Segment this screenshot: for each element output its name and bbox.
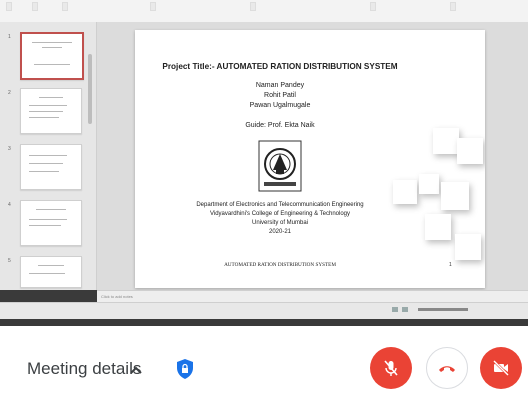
ribbon-button[interactable] bbox=[150, 2, 156, 11]
notes-pane[interactable]: Click to add notes bbox=[97, 290, 528, 302]
slide-guide: Guide: Prof. Ekta Naik bbox=[245, 122, 315, 129]
slide-university: University of Mumbai bbox=[251, 220, 308, 226]
slide-member: Pawan Ugalmugale bbox=[249, 102, 311, 109]
decorative-cube bbox=[441, 182, 469, 210]
slide[interactable]: Project Title:- AUTOMATED RATION DISTRIB… bbox=[135, 30, 485, 288]
end-call-button[interactable] bbox=[426, 347, 468, 389]
status-bar bbox=[0, 302, 528, 319]
thumbnail-scrollbar[interactable] bbox=[88, 54, 92, 124]
ribbon-button[interactable] bbox=[450, 2, 456, 11]
ribbon-button[interactable] bbox=[250, 2, 256, 11]
slide-member: Naman Pandey bbox=[255, 82, 305, 89]
thumbnail-number: 5 bbox=[8, 258, 11, 264]
decorative-cube bbox=[455, 234, 481, 260]
camera-toggle-button[interactable] bbox=[480, 347, 522, 389]
end-call-icon bbox=[439, 366, 455, 372]
shield-lock-icon[interactable] bbox=[174, 358, 196, 380]
thumbnail-number: 4 bbox=[8, 202, 11, 208]
college-logo-icon bbox=[258, 140, 302, 192]
shared-screen: 1 2 3 4 5 Project Title:- AUTOMATED RATI… bbox=[0, 0, 528, 326]
slide-thumbnail-5[interactable] bbox=[20, 256, 82, 288]
slide-department: Department of Electronics and Telecommun… bbox=[196, 202, 364, 208]
chevron-up-icon[interactable] bbox=[128, 362, 144, 378]
slide-year: 2020-21 bbox=[268, 229, 292, 235]
ribbon-toolbar bbox=[0, 0, 528, 23]
ribbon-button[interactable] bbox=[6, 2, 12, 11]
decorative-cube bbox=[393, 180, 417, 204]
slide-college: Vidyavardhini's College of Engineering &… bbox=[209, 211, 350, 217]
camera-off-icon bbox=[493, 360, 509, 376]
ribbon-button[interactable] bbox=[370, 2, 376, 11]
slide-thumbnail-3[interactable] bbox=[20, 144, 82, 190]
thumbnail-number: 1 bbox=[8, 34, 11, 40]
slide-thumbnail-4[interactable] bbox=[20, 200, 82, 246]
meeting-details-label[interactable]: Meeting details bbox=[27, 359, 141, 379]
view-sorter-icon[interactable] bbox=[402, 307, 408, 312]
slide-footer: AUTOMATED RATION DISTRIBUTION SYSTEM bbox=[224, 262, 336, 268]
slide-thumbnail-1[interactable] bbox=[20, 32, 84, 80]
thumbnail-number: 3 bbox=[8, 146, 11, 152]
slide-member: Rohit Patil bbox=[264, 92, 296, 99]
slide-thumbnail-2[interactable] bbox=[20, 88, 82, 134]
decorative-cube bbox=[433, 128, 459, 154]
slide-page-number: 1 bbox=[449, 262, 452, 268]
mic-toggle-button[interactable] bbox=[370, 347, 412, 389]
zoom-slider[interactable] bbox=[418, 308, 468, 311]
thumbnail-number: 2 bbox=[8, 90, 11, 96]
decorative-cube bbox=[457, 138, 483, 164]
ribbon-button[interactable] bbox=[32, 2, 38, 11]
decorative-cube bbox=[425, 214, 451, 240]
slide-title: Project Title:- AUTOMATED RATION DISTRIB… bbox=[162, 62, 398, 71]
ribbon-button[interactable] bbox=[62, 2, 68, 11]
mic-off-icon bbox=[384, 360, 398, 376]
slide-canvas: Project Title:- AUTOMATED RATION DISTRIB… bbox=[97, 22, 528, 290]
decorative-cube bbox=[419, 174, 439, 194]
view-normal-icon[interactable] bbox=[392, 307, 398, 312]
slide-thumbnail-pane: 1 2 3 4 5 bbox=[0, 22, 97, 290]
